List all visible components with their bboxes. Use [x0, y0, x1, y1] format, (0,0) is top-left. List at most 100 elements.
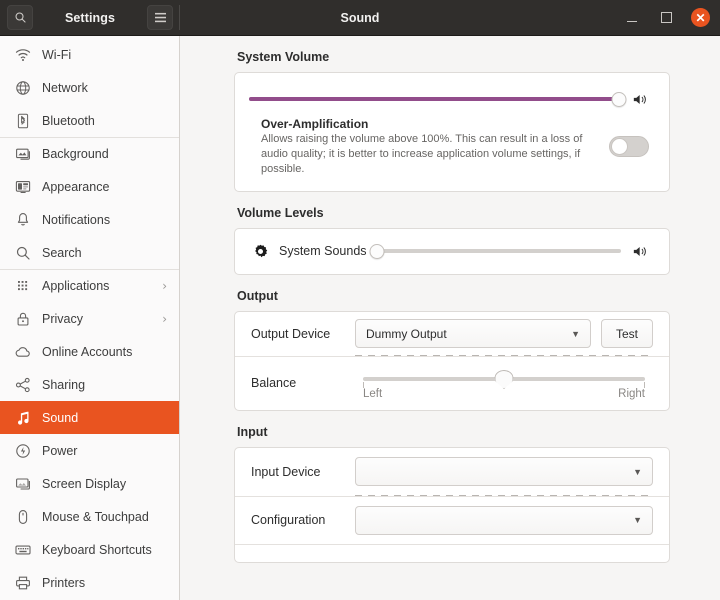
title-bar: Settings Sound ✕	[0, 0, 720, 36]
display-icon	[15, 477, 30, 490]
system-sounds-row: System Sounds	[235, 229, 669, 274]
chevron-right-icon: ›	[162, 311, 167, 326]
share-nodes-icon	[14, 376, 31, 393]
search-icon	[15, 12, 26, 23]
over-amplification-text: Over-Amplification Allows raising the vo…	[261, 117, 595, 177]
apps-grid-icon	[14, 278, 31, 295]
display-icon	[14, 475, 31, 492]
slider-track	[376, 249, 621, 253]
printer-icon	[14, 574, 31, 591]
system-sounds-label: System Sounds	[279, 244, 367, 259]
search-button[interactable]	[7, 5, 33, 30]
sidebar-item-online-accounts[interactable]: Online Accounts	[0, 335, 179, 368]
window-body: Wi-Fi Network Bluetooth Background Appearanc…	[0, 36, 720, 600]
sidebar-item-search[interactable]: Search	[0, 236, 179, 269]
bluetooth-icon	[17, 113, 28, 128]
sidebar-item-label: Screen Display	[42, 476, 127, 491]
cloud-icon	[14, 343, 31, 360]
power-icon	[14, 442, 31, 459]
lock-icon	[14, 310, 31, 327]
over-amplification-description: Allows raising the volume above 100%. Th…	[261, 133, 583, 175]
input-card: Input Device ▼ Configuration ▼	[234, 446, 670, 563]
output-device-dropdown[interactable]: Dummy Output ▼	[355, 319, 591, 349]
power-icon	[15, 443, 30, 458]
sidebar-item-applications[interactable]: Applications ›	[0, 269, 179, 302]
mouse-icon	[14, 508, 31, 525]
slider-fill	[249, 97, 619, 101]
balance-handle[interactable]	[494, 370, 514, 390]
system-sounds-slider[interactable]	[369, 243, 621, 259]
over-amplification-title: Over-Amplification	[261, 117, 369, 131]
appearance-icon	[14, 178, 31, 195]
sidebar-item-label: Appearance	[42, 179, 110, 194]
output-heading: Output	[237, 288, 278, 303]
sidebar-item-label: Online Accounts	[42, 344, 133, 359]
system-volume-slider[interactable]	[249, 91, 627, 107]
output-card: Output Device Dummy Output ▼ Test Balanc…	[234, 310, 670, 411]
input-device-dropdown[interactable]: ▼	[355, 457, 653, 487]
window-title: Sound	[340, 10, 380, 25]
sidebar-item-label: Search	[42, 245, 82, 260]
sidebar-item-appearance[interactable]: Appearance	[0, 170, 179, 203]
settings-sidebar[interactable]: Wi-Fi Network Bluetooth Background Appearanc…	[0, 36, 180, 600]
minimize-button[interactable]	[623, 9, 641, 27]
sidebar-item-label: Sound	[42, 410, 79, 425]
keyboard-icon	[14, 541, 31, 558]
output-device-value: Dummy Output	[366, 326, 447, 341]
close-button[interactable]: ✕	[691, 8, 710, 27]
test-button[interactable]: Test	[600, 319, 653, 349]
sidebar-item-label: Background	[42, 147, 109, 161]
wifi-icon	[15, 48, 30, 61]
output-device-row: Output Device Dummy Output ▼ Test	[235, 312, 669, 356]
music-note-icon	[14, 409, 31, 426]
sidebar-item-label: Notifications	[42, 212, 111, 227]
sidebar-item-wi-fi[interactable]: Wi-Fi	[0, 38, 179, 71]
sidebar-item-background[interactable]: Background	[0, 137, 179, 170]
volume-levels-card: System Sounds	[234, 227, 670, 275]
sidebar-item-power[interactable]: Power	[0, 434, 179, 467]
sidebar-item-label: Privacy	[42, 311, 83, 326]
cloud-icon	[15, 346, 30, 357]
sidebar-item-label: Keyboard Shortcuts	[42, 542, 152, 557]
sidebar-item-label: Printers	[42, 575, 86, 590]
share-nodes-icon	[15, 377, 30, 392]
speaker-volume-icon	[631, 93, 649, 106]
network-globe-icon	[14, 79, 31, 96]
configuration-dropdown[interactable]: ▼	[355, 505, 653, 535]
over-amplification-toggle[interactable]	[609, 136, 649, 158]
sidebar-item-screen-display[interactable]: Screen Display	[0, 467, 179, 500]
sidebar-item-label: Power	[42, 443, 78, 458]
apps-grid-icon	[17, 281, 27, 291]
chevron-right-icon: ›	[162, 279, 167, 293]
sidebar-item-keyboard-shortcuts[interactable]: Keyboard Shortcuts	[0, 533, 179, 566]
sidebar-item-label: Bluetooth	[42, 113, 95, 128]
sidebar-item-bluetooth[interactable]: Bluetooth	[0, 104, 179, 137]
bluetooth-icon	[14, 112, 31, 129]
system-volume-row	[235, 73, 669, 111]
sidebar-item-sharing[interactable]: Sharing	[0, 368, 179, 401]
input-device-label: Input Device	[251, 464, 321, 479]
maximize-button[interactable]	[657, 9, 675, 27]
sidebar-item-notifications[interactable]: Notifications	[0, 203, 179, 236]
input-extra-row	[235, 543, 669, 562]
speaker-volume-icon	[631, 245, 649, 258]
sidebar-item-network[interactable]: Network	[0, 71, 179, 104]
sidebar-item-sound[interactable]: Sound	[0, 401, 179, 434]
search-icon	[14, 244, 31, 261]
appearance-icon	[15, 180, 30, 193]
chevron-down-icon: ▼	[571, 328, 580, 339]
slider-handle[interactable]	[611, 91, 627, 107]
balance-row: Balance Left Right	[235, 355, 669, 410]
sidebar-item-printers[interactable]: Printers	[0, 566, 179, 599]
sidebar-item-mouse-touchpad[interactable]: Mouse & Touchpad	[0, 500, 179, 533]
mouse-icon	[18, 509, 27, 524]
sound-settings-panel: System Volume Over-Amplification Allows …	[180, 36, 720, 600]
sidebar-item-privacy[interactable]: Privacy ›	[0, 302, 179, 335]
music-note-icon	[17, 411, 28, 425]
slider-handle[interactable]	[369, 243, 385, 259]
background-monitor-icon	[14, 146, 31, 163]
balance-slider[interactable]: Left Right	[355, 364, 653, 402]
background-monitor-icon	[15, 148, 30, 160]
wifi-icon	[14, 46, 31, 63]
chevron-down-icon: ▼	[633, 466, 642, 477]
